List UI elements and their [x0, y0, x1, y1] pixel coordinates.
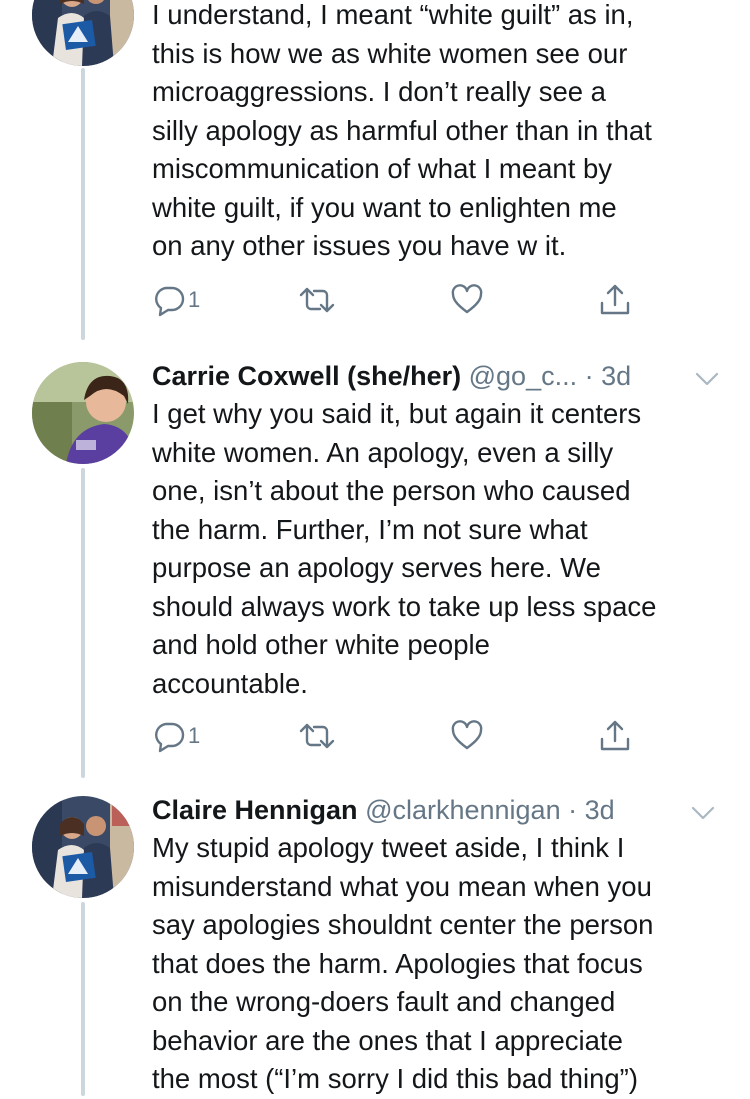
like-button[interactable] — [450, 280, 484, 320]
reply-button[interactable]: 1 — [152, 280, 200, 320]
reply-button[interactable]: 1 — [152, 716, 200, 756]
user-handle[interactable]: @clarkhennigan — [365, 795, 561, 825]
retweet-icon — [299, 723, 335, 749]
share-icon — [600, 284, 630, 315]
speech-bubble-icon — [155, 722, 185, 753]
retweet-icon — [299, 287, 335, 313]
tweet-header: Carrie Coxwell (she/her) @go_c... · 3d — [152, 358, 732, 394]
display-name[interactable]: Claire Hennigan — [152, 795, 358, 825]
speech-bubble-icon — [155, 286, 185, 317]
tweet-time[interactable]: · 3d — [585, 361, 632, 391]
tweet-time[interactable]: · 3d — [568, 795, 615, 825]
thread-line — [81, 68, 85, 340]
share-button[interactable] — [598, 280, 632, 320]
tweet-text: My stupid apology tweet aside, I think I… — [152, 832, 654, 1094]
heart-icon — [451, 284, 483, 314]
tweet-actions: 1 — [152, 716, 652, 756]
tweet-header: Claire Hennigan @clarkhennigan · 3d — [152, 792, 732, 828]
chevron-down-icon[interactable] — [690, 796, 716, 832]
reply-count: 1 — [188, 287, 201, 312]
display-name[interactable]: Carrie Coxwell (she/her) — [152, 361, 461, 391]
retweet-button[interactable] — [298, 280, 336, 320]
heart-icon — [451, 720, 483, 750]
reply-count: 1 — [188, 723, 201, 748]
avatar[interactable] — [32, 0, 134, 66]
retweet-button[interactable] — [298, 716, 336, 756]
share-button[interactable] — [598, 716, 632, 756]
like-button[interactable] — [450, 716, 484, 756]
share-icon — [600, 720, 630, 751]
avatar[interactable] — [32, 362, 134, 464]
chevron-down-icon[interactable] — [694, 362, 720, 398]
thread-line — [81, 902, 85, 1096]
tweet-text: I understand, I meant “white guilt” as i… — [152, 0, 652, 261]
tweet-text: I get why you said it, but again it cent… — [152, 398, 657, 699]
user-handle[interactable]: @go_c... — [469, 361, 577, 391]
avatar[interactable] — [32, 796, 134, 898]
thread-line — [81, 468, 85, 778]
tweet-actions: 1 — [152, 280, 652, 320]
